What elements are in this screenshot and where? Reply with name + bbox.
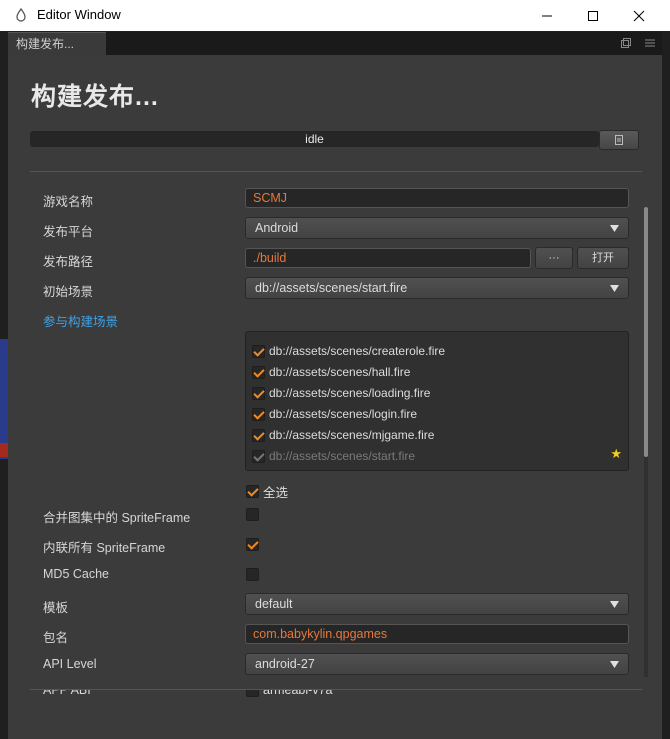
scene-path: db://assets/scenes/loading.fire xyxy=(269,386,431,400)
tab-bar: 构建发布... xyxy=(8,32,662,55)
inline-spriteframe-checkbox[interactable] xyxy=(246,538,259,551)
md5-cache-checkbox[interactable] xyxy=(246,568,259,581)
inline-spriteframe-label: 内联所有 SpriteFrame xyxy=(43,541,166,555)
scene-checkbox[interactable] xyxy=(252,344,265,358)
template-select[interactable]: default xyxy=(245,593,629,615)
scene-path: db://assets/scenes/login.fire xyxy=(269,407,418,421)
browse-path-button[interactable]: ··· xyxy=(535,247,573,269)
build-status: idle xyxy=(305,132,324,146)
api-level-select[interactable]: android-27 xyxy=(245,653,629,675)
build-panel: 构建发布... idle 游戏名称 SCMJ 发布平台 Android 发布路径… xyxy=(8,55,662,739)
template-value: default xyxy=(255,597,293,611)
close-icon xyxy=(633,10,645,21)
start-scene-select[interactable]: db://assets/scenes/start.fire xyxy=(245,277,629,299)
window-title: Editor Window xyxy=(37,7,121,22)
minimize-button[interactable] xyxy=(524,0,570,31)
dropdown-arrow-icon xyxy=(610,601,619,608)
scene-path: db://assets/scenes/createrole.fire xyxy=(269,344,446,358)
background-accent xyxy=(0,443,8,457)
scene-checkbox[interactable] xyxy=(252,407,265,421)
scene-checkbox[interactable] xyxy=(252,365,265,379)
content-clip xyxy=(30,679,642,689)
dropdown-arrow-icon xyxy=(610,225,619,232)
open-path-button[interactable]: 打开 xyxy=(577,247,629,269)
merge-spriteframe-checkbox[interactable] xyxy=(246,508,259,521)
scene-item[interactable]: db://assets/scenes/login.fire xyxy=(252,405,417,423)
scene-item[interactable]: db://assets/scenes/mjgame.fire xyxy=(252,426,434,444)
template-label: 模板 xyxy=(43,601,69,615)
scene-checkbox[interactable] xyxy=(252,386,265,400)
background-accent xyxy=(0,339,8,459)
merge-spriteframe-label: 合并图集中的 SpriteFrame xyxy=(43,511,191,525)
scene-item[interactable]: db://assets/scenes/loading.fire xyxy=(252,384,430,402)
platform-label: 发布平台 xyxy=(43,225,94,239)
scene-item[interactable]: db://assets/scenes/createrole.fire xyxy=(252,342,445,360)
build-path-label: 发布路径 xyxy=(43,255,94,269)
page-title: 构建发布... xyxy=(31,83,159,111)
package-name-input[interactable]: com.babykylin.qpgames xyxy=(245,624,629,644)
scene-checkbox[interactable] xyxy=(252,428,265,442)
folder-icon xyxy=(615,135,623,145)
scene-path: db://assets/scenes/hall.fire xyxy=(269,365,411,379)
platform-select[interactable]: Android xyxy=(245,217,629,239)
scene-checkbox xyxy=(252,449,265,463)
close-button[interactable] xyxy=(616,0,662,31)
package-name-label: 包名 xyxy=(43,631,69,645)
scene-item[interactable]: db://assets/scenes/hall.fire xyxy=(252,363,410,381)
start-scene-label: 初始场景 xyxy=(43,285,94,299)
select-all-label: 全选 xyxy=(263,486,289,500)
scrollbar-thumb[interactable] xyxy=(644,207,648,457)
included-scenes-label[interactable]: 参与构建场景 xyxy=(43,311,118,330)
md5-cache-label: MD5 Cache xyxy=(43,567,109,581)
app-logo-icon xyxy=(16,8,26,22)
build-path-input[interactable]: ./build xyxy=(245,248,531,268)
tab-build-publish[interactable]: 构建发布... xyxy=(8,32,106,55)
platform-value: Android xyxy=(255,221,299,235)
maximize-icon xyxy=(588,10,598,21)
maximize-button[interactable] xyxy=(570,0,616,31)
editor-frame: 构建发布... 构建发布... idle 游戏名称 SCMJ 发布平台 Andr… xyxy=(0,31,670,739)
minimize-icon xyxy=(542,15,552,16)
scene-path: db://assets/scenes/start.fire xyxy=(269,449,416,463)
popout-icon[interactable] xyxy=(620,37,632,49)
scene-item: db://assets/scenes/start.fire xyxy=(252,447,415,465)
game-name-label: 游戏名称 xyxy=(43,195,94,209)
start-scene-value: db://assets/scenes/start.fire xyxy=(255,281,408,295)
dropdown-arrow-icon xyxy=(610,285,619,292)
divider xyxy=(30,171,642,172)
select-all-checkbox[interactable] xyxy=(246,485,259,498)
divider xyxy=(30,689,642,690)
menu-icon[interactable] xyxy=(644,37,656,49)
window-titlebar: Editor Window xyxy=(0,0,670,32)
scene-path: db://assets/scenes/mjgame.fire xyxy=(269,428,435,442)
select-all-toggle[interactable]: 全选 xyxy=(246,482,288,501)
open-build-folder-button[interactable] xyxy=(599,130,639,150)
game-name-input[interactable]: SCMJ xyxy=(245,188,629,208)
api-level-label: API Level xyxy=(43,657,97,671)
scene-list: db://assets/scenes/createrole.fire db://… xyxy=(245,331,629,471)
build-progress-bar: idle xyxy=(30,131,599,147)
api-level-value: android-27 xyxy=(255,657,315,671)
dropdown-arrow-icon xyxy=(610,661,619,668)
start-scene-star-icon: ★ xyxy=(610,446,622,461)
